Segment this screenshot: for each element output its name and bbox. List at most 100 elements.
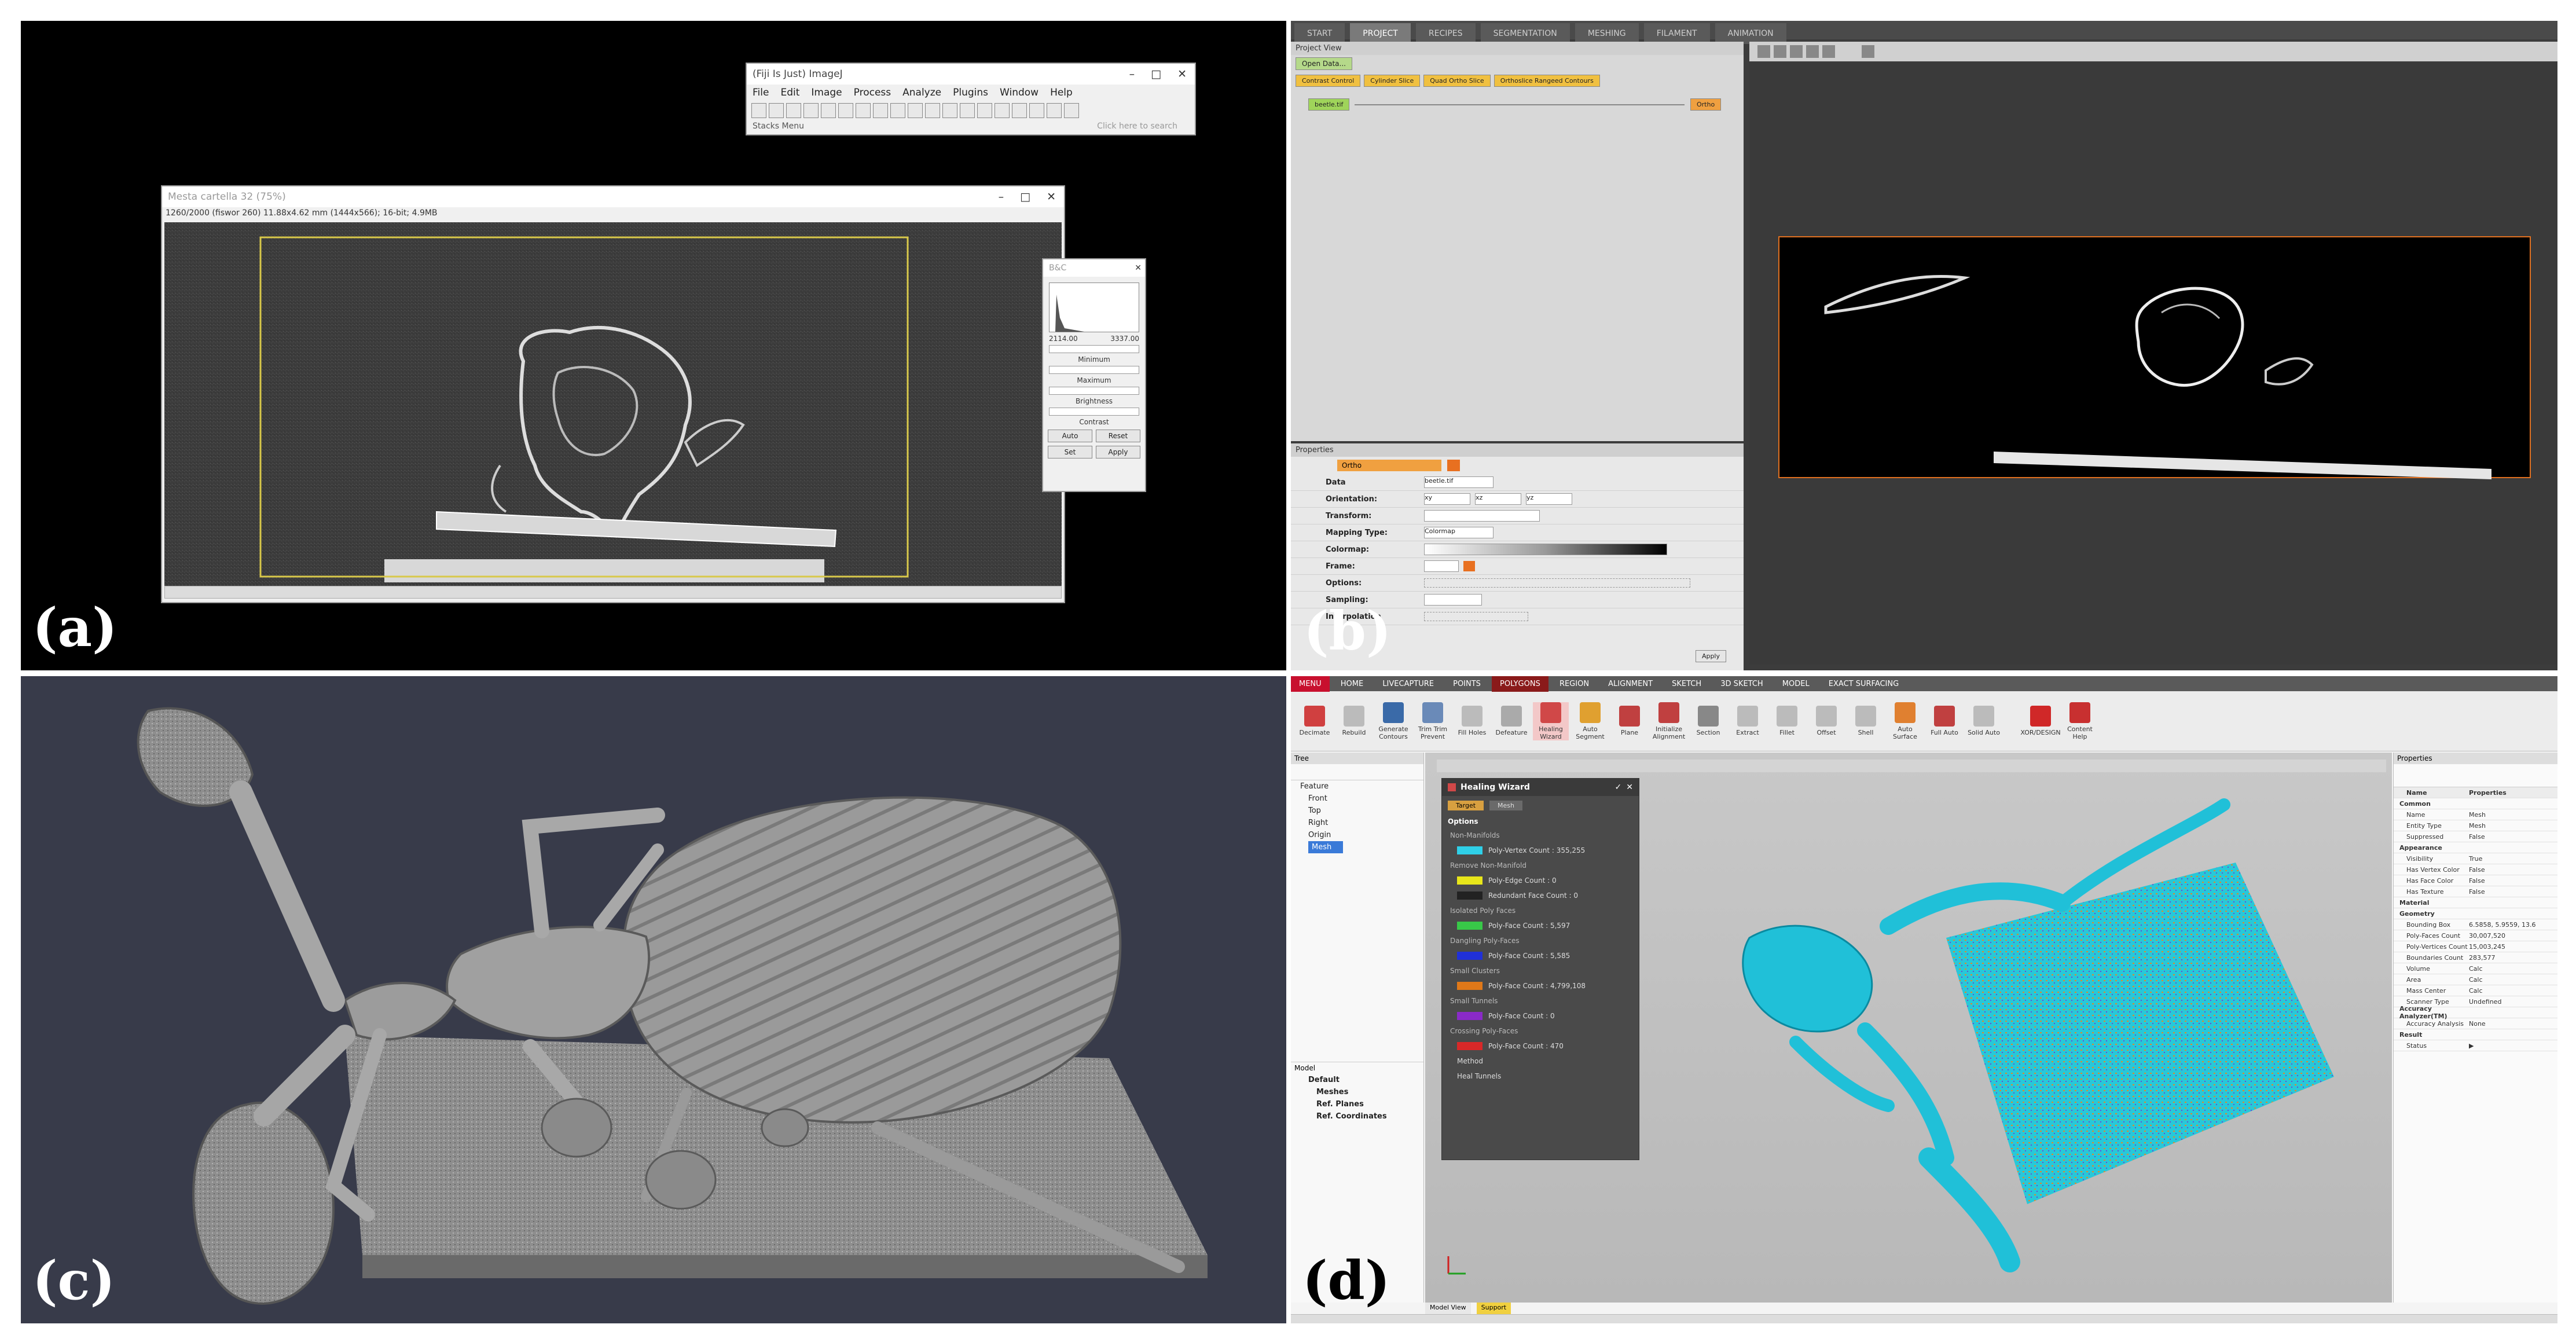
imagej-search[interactable]: Click here to search (1097, 122, 1189, 131)
frame-width[interactable] (1424, 560, 1459, 572)
data-select[interactable]: beetle.tif (1424, 476, 1494, 488)
ribbon-tab-3d-sketch[interactable]: 3D SKETCH (1712, 676, 1771, 692)
bc-slider-2[interactable] (1049, 366, 1139, 374)
tool-dropper-icon[interactable] (942, 103, 957, 118)
property-row[interactable]: Poly-Faces Count 30,007,520 (2394, 930, 2557, 941)
orient-yz[interactable]: yz (1526, 493, 1572, 505)
tool-zoom-icon[interactable] (908, 103, 923, 118)
tab-project[interactable]: PROJECT (1350, 23, 1411, 44)
hw-section-label[interactable]: Remove Non-Manifold (1442, 858, 1639, 873)
ribbon-tab-points[interactable]: POINTS (1445, 676, 1489, 692)
bc-apply-button[interactable]: Apply (1096, 446, 1140, 458)
tab-animation[interactable]: ANIMATION (1715, 23, 1786, 44)
property-row[interactable]: Geometry (2394, 908, 2557, 919)
ribbon-offset-button[interactable]: Offset (1808, 706, 1844, 736)
property-row[interactable]: Has Texture False (2394, 886, 2557, 897)
menu-process[interactable]: Process (854, 87, 891, 98)
property-row[interactable]: Poly-Vertices Count 15,003,245 (2394, 941, 2557, 952)
tab-segmentation[interactable]: SEGMENTATION (1480, 23, 1570, 44)
stack-scrollbar[interactable] (164, 586, 1062, 599)
ribbon-rebuild-button[interactable]: Rebuild (1336, 706, 1372, 736)
bc-slider-3[interactable] (1049, 387, 1139, 395)
bc-set-button[interactable]: Set (1048, 446, 1092, 458)
tool-custom-icon[interactable] (960, 103, 975, 118)
hw-ok-icon[interactable]: ✓ (1615, 783, 1622, 792)
viewer-home-icon[interactable] (1822, 45, 1835, 58)
close-icon[interactable]: ✕ (1135, 263, 1142, 273)
menu-analyze[interactable]: Analyze (902, 87, 941, 98)
menu-file[interactable]: File (753, 87, 769, 98)
maximize-icon[interactable]: □ (1151, 68, 1161, 80)
frame-color[interactable] (1463, 561, 1475, 571)
hw-section-label[interactable]: Isolated Poly Faces (1442, 903, 1639, 918)
ribbon-decimate-button[interactable]: Decimate (1297, 706, 1333, 736)
bc-slider-4[interactable] (1049, 408, 1139, 416)
hw-section-label[interactable]: Crossing Poly-Faces (1442, 1023, 1639, 1039)
ribbon-tab-alignment[interactable]: ALIGNMENT (1600, 676, 1661, 692)
tree-item-top[interactable]: Top (1291, 805, 1423, 817)
property-row[interactable]: Accuracy Analysis None (2394, 1018, 2557, 1029)
orient-xy[interactable]: xy (1424, 493, 1470, 505)
ribbon-alignment-button[interactable]: Initialize Alignment (1651, 702, 1687, 740)
viewer-pan-icon[interactable] (1790, 45, 1803, 58)
colormap-bar[interactable] (1424, 544, 1667, 555)
tool-lut-icon[interactable] (995, 103, 1010, 118)
bc-auto-button[interactable]: Auto (1048, 430, 1092, 442)
tool-angle-icon[interactable] (838, 103, 853, 118)
ortho-node[interactable]: Ortho (1690, 98, 1722, 111)
tab-meshing[interactable]: MESHING (1575, 23, 1639, 44)
ribbon-plane-button[interactable]: Plane (1612, 706, 1647, 736)
property-row[interactable]: Entity Type Mesh (2394, 820, 2557, 831)
hw-color-swatch[interactable] (1457, 952, 1483, 960)
sampling-select[interactable] (1424, 594, 1482, 606)
tool-oval-icon[interactable] (769, 103, 784, 118)
tool-brush-icon[interactable] (1029, 103, 1044, 118)
property-row[interactable]: Common (2394, 798, 2557, 809)
ribbon-trim-button[interactable]: Trim Trim Prevent (1415, 702, 1451, 740)
ribbon-full-auto-button[interactable]: Full Auto (1927, 706, 1962, 736)
tool-more-icon[interactable] (1064, 103, 1079, 118)
property-row[interactable]: Mass Center Calc (2394, 985, 2557, 996)
tab-start[interactable]: START (1294, 23, 1345, 44)
ribbon-extract-button[interactable]: Extract (1730, 706, 1766, 736)
ribbon-tab-sketch[interactable]: SKETCH (1664, 676, 1709, 692)
hw-method[interactable]: Method (1442, 1054, 1639, 1069)
tool-pencil-icon[interactable] (1012, 103, 1027, 118)
tool-stk-icon[interactable] (977, 103, 992, 118)
tool-wand-icon[interactable] (873, 103, 888, 118)
ribbon-healing-wizard-button[interactable]: Healing Wizard (1533, 702, 1569, 740)
menu-help[interactable]: Help (1050, 87, 1073, 98)
cylinder-slice-button[interactable]: Cylinder Slice (1364, 75, 1421, 87)
menu-edit[interactable]: Edit (780, 87, 799, 98)
ct-slice-canvas[interactable] (164, 222, 1062, 586)
property-row[interactable]: Status ▶ (2394, 1040, 2557, 1051)
minimize-icon[interactable]: – (1129, 68, 1135, 80)
ribbon-tab-menu[interactable]: MENU (1291, 676, 1330, 692)
tree-item-right[interactable]: Right (1291, 817, 1423, 829)
hw-color-swatch[interactable] (1457, 876, 1483, 885)
ribbon-tab-polygons[interactable]: POLYGONS (1492, 676, 1548, 692)
open-data-button[interactable]: Open Data... (1296, 57, 1352, 70)
tool-freehand-icon[interactable] (803, 103, 819, 118)
tab-support[interactable]: Support (1476, 1303, 1511, 1314)
minimize-icon[interactable]: – (999, 190, 1004, 203)
ribbon-contours-button[interactable]: Generate Contours (1375, 702, 1411, 740)
tool-point-icon[interactable] (856, 103, 871, 118)
viewer-rotate-icon[interactable] (1774, 45, 1786, 58)
hw-tab-mesh[interactable]: Mesh (1489, 801, 1522, 810)
tool-flood-icon[interactable] (1047, 103, 1062, 118)
tree-item-feature[interactable]: Feature (1291, 780, 1423, 793)
model-item-meshes[interactable]: Meshes (1291, 1086, 1423, 1098)
property-row[interactable]: Has Face Color False (2394, 875, 2557, 886)
model-item-default[interactable]: Default (1291, 1074, 1423, 1086)
tool-hand-icon[interactable] (925, 103, 940, 118)
property-row[interactable]: Accuracy Analyzer(TM) (2394, 1005, 2557, 1020)
model-item-ref-coordinates[interactable]: Ref. Coordinates (1291, 1110, 1423, 1122)
interpolation-radios[interactable] (1424, 612, 1528, 621)
property-row[interactable]: Bounding Box 6.5858, 5.9559, 13.6 (2394, 919, 2557, 930)
orient-xz[interactable]: xz (1475, 493, 1521, 505)
hw-color-swatch[interactable] (1457, 922, 1483, 930)
tab-model-view[interactable]: Model View (1425, 1303, 1471, 1314)
ribbon-section-button[interactable]: Section (1690, 706, 1726, 736)
property-row[interactable]: Boundaries Count 283,577 (2394, 952, 2557, 963)
